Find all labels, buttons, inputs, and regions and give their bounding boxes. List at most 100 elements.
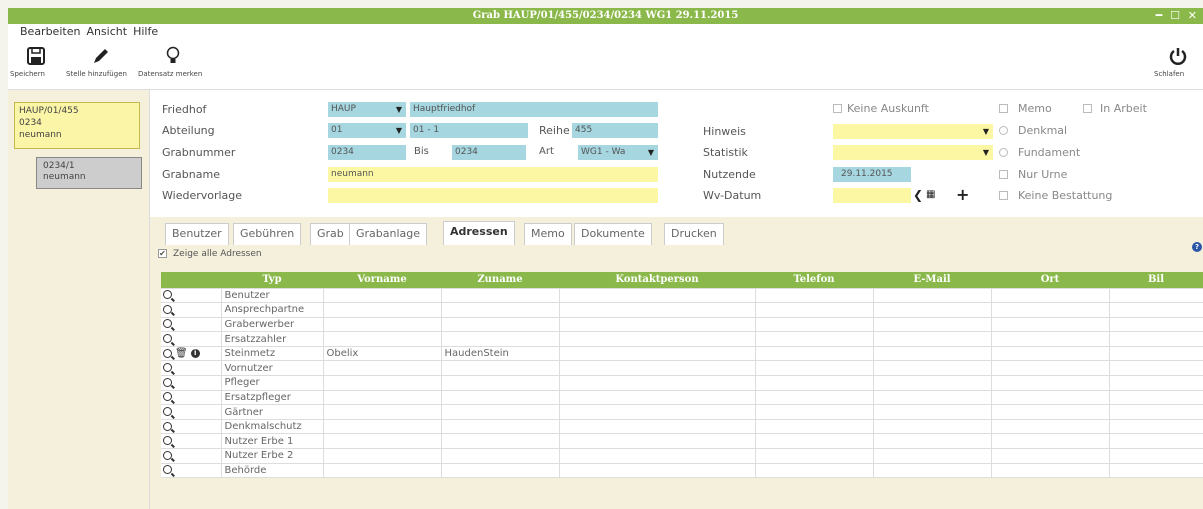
keine-auskunft-checkbox[interactable] <box>833 104 842 113</box>
col-vorname[interactable]: Vorname <box>323 272 441 288</box>
show-all-addresses[interactable]: ✔ Zeige alle Adressen <box>158 249 262 259</box>
zoom-in-icon[interactable] <box>163 421 172 431</box>
zoom-in-icon[interactable] <box>163 436 172 446</box>
tab-grabanlage[interactable]: Grabanlage <box>349 223 428 245</box>
cell-email <box>872 287 992 304</box>
wiedervorlage-field[interactable] <box>328 188 658 203</box>
keine-bestattung-checkbox[interactable] <box>999 191 1008 200</box>
window-controls[interactable]: ━ ☐ ✕ <box>1156 8 1199 24</box>
tab-memo[interactable]: Memo <box>524 223 572 245</box>
info-icon[interactable]: i <box>190 348 200 358</box>
abteilung-select[interactable]: 01 ▼ <box>328 123 406 138</box>
table-row[interactable]: Ersatzzahler <box>161 331 1203 347</box>
denkmal-radio[interactable] <box>999 126 1008 135</box>
menu-ansicht[interactable]: Ansicht <box>86 25 127 38</box>
tree-item-site[interactable]: 0234/1 neumann <box>36 157 142 189</box>
menu-hilfe[interactable]: Hilfe <box>133 25 158 38</box>
tree-item-line: 0234 <box>19 118 42 128</box>
tab-adressen[interactable]: Adressen <box>443 221 515 245</box>
table-row[interactable]: Ansprechpartne <box>161 302 1203 318</box>
friedhof-name-field[interactable]: Hauptfriedhof <box>410 102 658 117</box>
memo-checkbox[interactable] <box>999 104 1008 113</box>
zoom-in-icon[interactable] <box>163 407 172 417</box>
cell-vorname <box>322 375 442 391</box>
wvdatum-field[interactable] <box>833 188 911 203</box>
col-bild[interactable]: Bil <box>1109 272 1203 288</box>
cell-kontaktperson <box>558 345 756 362</box>
col-ort[interactable]: Ort <box>991 272 1109 288</box>
help-icon[interactable]: ? <box>1192 242 1202 252</box>
tab-dokumente[interactable]: Dokumente <box>574 223 652 245</box>
abteilung-code: 01 <box>331 125 343 135</box>
col-zuname[interactable]: Zuname <box>441 272 559 288</box>
table-row[interactable]: Graberwerber <box>161 316 1203 333</box>
zoom-in-icon[interactable] <box>163 392 172 402</box>
check-icon[interactable]: ✔ <box>158 249 167 258</box>
window-title: Grab HAUP/01/455/0234/0234 WG1 29.11.201… <box>472 10 739 21</box>
trash-icon[interactable]: 🗑 <box>175 348 188 359</box>
zoom-in-icon[interactable] <box>163 290 172 300</box>
table-row[interactable]: Benutzer <box>161 287 1203 304</box>
table-row[interactable]: Behörde <box>161 462 1203 479</box>
abteilung-name-field[interactable]: 01 - 1 <box>410 123 528 138</box>
table-row[interactable]: Ersatzpfleger <box>161 389 1203 406</box>
cell-email <box>872 433 992 450</box>
add-site-button[interactable]: Stelle hinzufügen <box>66 42 134 78</box>
zoom-in-icon[interactable] <box>163 319 172 329</box>
friedhof-select[interactable]: HAUP ▼ <box>328 102 406 117</box>
tab-gebuehren[interactable]: Gebühren <box>233 223 302 245</box>
cell-telefon <box>754 418 874 435</box>
zoom-in-icon[interactable] <box>163 450 172 460</box>
cell-zuname <box>440 316 560 333</box>
art-select[interactable]: WG1 - Wa ▼ <box>578 145 658 160</box>
col-email[interactable]: E-Mail <box>873 272 991 288</box>
cell-email <box>872 302 992 318</box>
menu-bearbeiten[interactable]: Bearbeiten <box>20 25 80 38</box>
table-row[interactable]: 🗑 i Steinmetz Obelix HaudenStein <box>161 345 1203 362</box>
cell-telefon <box>754 316 874 333</box>
cell-telefon <box>754 389 874 406</box>
col-kontaktperson[interactable]: Kontaktperson <box>559 272 755 288</box>
add-icon[interactable]: + <box>956 185 969 204</box>
zoom-in-icon[interactable] <box>163 334 172 344</box>
row-actions <box>161 433 222 450</box>
statistik-select[interactable]: ▼ <box>833 145 993 160</box>
cell-bild <box>1108 462 1203 479</box>
table-row[interactable]: Nutzer Erbe 2 <box>161 448 1203 464</box>
zoom-in-icon[interactable] <box>163 348 172 358</box>
lightbulb-icon <box>138 42 208 70</box>
nutzende-field[interactable]: 29.11.2015 <box>833 167 911 182</box>
table-row[interactable]: Nutzer Erbe 1 <box>161 433 1203 450</box>
table-row[interactable]: Denkmalschutz <box>161 418 1203 435</box>
nur-urne-checkbox[interactable] <box>999 170 1008 179</box>
row-actions <box>161 418 222 435</box>
col-typ[interactable]: Typ <box>221 272 323 288</box>
table-row[interactable]: Pfleger <box>161 375 1203 391</box>
tab-drucken[interactable]: Drucken <box>664 223 724 245</box>
hinweis-select[interactable]: ▼ <box>833 124 993 139</box>
zoom-in-icon[interactable] <box>163 304 172 314</box>
tab-grab[interactable]: Grab <box>310 223 351 245</box>
table-row[interactable]: Gärtner <box>161 404 1203 420</box>
grabname-field[interactable]: neumann <box>328 167 658 182</box>
table-row[interactable]: Vornutzer <box>161 360 1203 377</box>
calendar-icon[interactable]: ▦ <box>926 189 935 200</box>
zoom-in-icon[interactable] <box>163 465 172 475</box>
grabnummer-field[interactable]: 0234 <box>328 145 406 160</box>
zoom-in-icon[interactable] <box>163 363 172 373</box>
reihe-field[interactable]: 455 <box>572 123 658 138</box>
chevron-left-icon[interactable]: ❮ <box>913 188 923 202</box>
in-arbeit-checkbox[interactable] <box>1083 104 1092 113</box>
bis-field[interactable]: 0234 <box>452 145 526 160</box>
mark-record-button[interactable]: Datensatz merken <box>138 42 208 78</box>
cell-email <box>872 418 992 435</box>
wvdatum-label: Wv-Datum <box>703 189 762 202</box>
tab-benutzer[interactable]: Benutzer <box>165 223 229 245</box>
sleep-button[interactable]: Schlafen <box>1154 42 1202 78</box>
col-telefon[interactable]: Telefon <box>755 272 873 288</box>
zoom-in-icon[interactable] <box>163 377 172 387</box>
tree-item-grave[interactable]: HAUP/01/455 0234 neumann <box>14 102 140 149</box>
fundament-radio[interactable] <box>999 148 1008 157</box>
save-button[interactable]: Speichern <box>10 42 62 78</box>
cell-vorname <box>322 418 442 435</box>
